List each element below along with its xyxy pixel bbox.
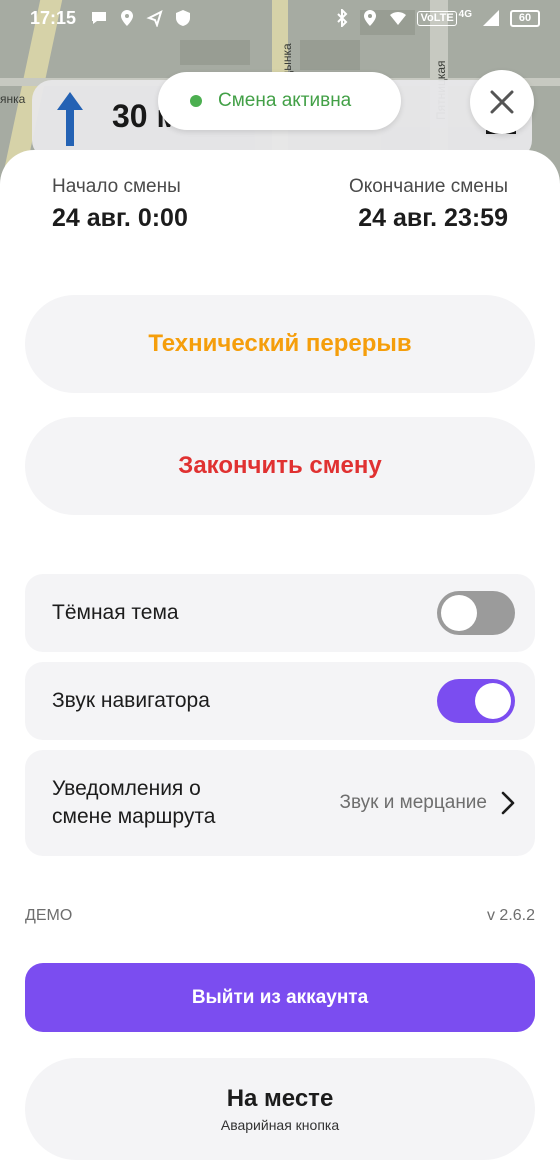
on-site-title: На месте <box>226 1085 334 1112</box>
status-dot <box>190 95 202 107</box>
battery-icon: 60 <box>510 9 540 27</box>
location-icon <box>364 10 377 26</box>
navigator-sound-toggle[interactable] <box>437 679 515 723</box>
route-notification-value: Звук и мерцание <box>339 792 487 813</box>
map-building <box>180 40 250 65</box>
toggle-knob <box>441 595 477 631</box>
shift-end: Окончание смены 24 авг. 23:59 <box>349 176 508 233</box>
close-icon <box>490 90 514 114</box>
route-notification-row[interactable]: Уведомления о смене маршрута Звук и мерц… <box>25 750 535 856</box>
location-icon <box>121 10 134 26</box>
navigator-sound-row: Звук навигатора <box>25 662 535 740</box>
shift-end-value: 24 авг. 23:59 <box>358 204 508 232</box>
app-meta: ДЕМО v 2.6.2 <box>25 907 535 925</box>
status-time: 17:15 <box>30 7 77 28</box>
shift-start-label: Начало смены <box>52 176 181 197</box>
logout-button[interactable]: Выйти из аккаунта <box>25 963 535 1032</box>
shift-start: Начало смены 24 авг. 0:00 <box>52 176 188 233</box>
close-button[interactable] <box>470 70 534 134</box>
chevron-right-icon <box>501 791 515 815</box>
shift-status-pill: Смена активна <box>158 72 401 130</box>
route-notification-label: Уведомления о смене маршрута <box>52 777 216 828</box>
message-icon <box>92 12 107 24</box>
shift-start-value: 24 авг. 0:00 <box>52 204 188 232</box>
map-building <box>300 40 360 70</box>
shift-status-label: Смена активна <box>218 90 352 111</box>
shift-end-label: Окончание смены <box>348 176 508 197</box>
bottom-sheet: Начало смены 24 авг. 0:00 Окончание смен… <box>0 150 560 1161</box>
status-bar: 17:15 VoLTE 4G 60 <box>0 0 560 36</box>
dark-theme-row: Тёмная тема <box>25 574 535 652</box>
dark-theme-label: Тёмная тема <box>52 601 179 624</box>
wifi-icon <box>390 11 407 25</box>
toggle-knob <box>475 683 511 719</box>
network-type: 4G <box>458 8 472 20</box>
end-shift-button[interactable]: Закончить смену <box>25 417 535 515</box>
technical-break-button[interactable]: Технический перерыв <box>25 295 535 393</box>
map-street-label: янка <box>0 92 26 106</box>
navigation-app-icon <box>146 10 163 27</box>
volte-badge: VoLTE <box>417 10 457 26</box>
emergency-button-subtitle: Аварийная кнопка <box>220 1117 340 1133</box>
shield-icon <box>176 10 191 26</box>
navigator-sound-label: Звук навигатора <box>52 689 210 712</box>
arrow-up-icon <box>57 92 83 146</box>
demo-label: ДЕМО <box>25 907 73 924</box>
dark-theme-toggle[interactable] <box>437 591 515 635</box>
app-version: v 2.6.2 <box>486 907 535 924</box>
signal-icon <box>483 10 499 26</box>
on-site-button[interactable]: На месте Аварийная кнопка <box>25 1058 535 1160</box>
bluetooth-icon <box>337 9 348 27</box>
shift-times: Начало смены 24 авг. 0:00 Окончание смен… <box>52 176 508 233</box>
route-notification-selector[interactable]: Звук и мерцание <box>340 791 515 815</box>
